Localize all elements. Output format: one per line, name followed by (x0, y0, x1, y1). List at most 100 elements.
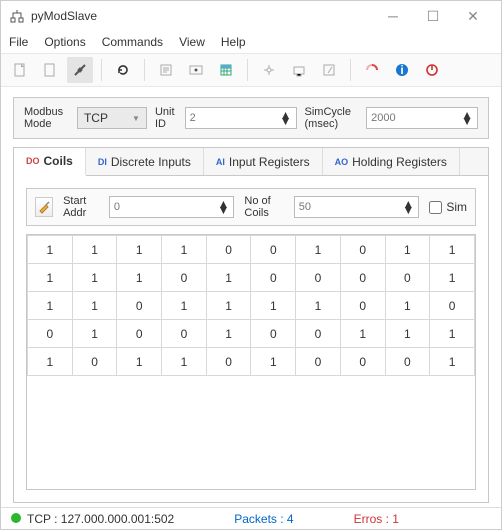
grid-cell[interactable]: 0 (251, 264, 296, 292)
startaddr-input[interactable]: ▲▼ (109, 196, 235, 218)
grid-cell[interactable]: 1 (385, 320, 430, 348)
unitid-label: Unit ID (155, 106, 177, 130)
grid-cell[interactable]: 1 (72, 320, 117, 348)
grid-cell[interactable]: 0 (162, 320, 207, 348)
grid-cell[interactable]: 0 (340, 348, 385, 376)
grid-cell[interactable]: 1 (430, 236, 475, 264)
grid-cell[interactable]: 1 (28, 348, 73, 376)
loading-icon[interactable] (359, 57, 385, 83)
grid-cell[interactable]: 1 (251, 348, 296, 376)
grid-cell[interactable]: 0 (340, 292, 385, 320)
settings2-icon[interactable] (286, 57, 312, 83)
grid-cell[interactable]: 1 (385, 292, 430, 320)
grid-cell[interactable]: 0 (117, 292, 162, 320)
count-input[interactable]: ▲▼ (294, 196, 420, 218)
new-icon[interactable] (7, 57, 33, 83)
toolbar: i (1, 53, 501, 87)
maximize-button[interactable]: ☐ (413, 2, 453, 30)
clear-icon[interactable] (35, 197, 53, 217)
app-title: pyModSlave (31, 9, 97, 23)
grid-cell[interactable]: 1 (117, 348, 162, 376)
app-icon (9, 8, 25, 24)
settings1-icon[interactable] (256, 57, 282, 83)
grid-cell[interactable]: 0 (28, 320, 73, 348)
grid-cell[interactable]: 0 (430, 292, 475, 320)
count-label: No of Coils (244, 195, 283, 219)
grid-cell[interactable]: 1 (162, 236, 207, 264)
tab-holding-registers[interactable]: AOHolding Registers (323, 148, 460, 175)
settings3-icon[interactable] (316, 57, 342, 83)
grid-cell[interactable]: 0 (206, 348, 251, 376)
grid-cell[interactable]: 1 (117, 236, 162, 264)
open-icon[interactable] (37, 57, 63, 83)
grid-cell[interactable]: 0 (385, 348, 430, 376)
coil-controls: Start Addr ▲▼ No of Coils ▲▼ Sim (26, 188, 476, 226)
menu-help[interactable]: Help (221, 35, 246, 49)
register-tabs: DOCoils DIDiscrete Inputs AIInput Regist… (13, 147, 489, 503)
grid-cell[interactable]: 0 (340, 264, 385, 292)
simcycle-input[interactable]: ▲▼ (366, 107, 478, 129)
grid-cell[interactable]: 0 (162, 264, 207, 292)
minimize-button[interactable]: ─ (373, 2, 413, 30)
mode-select[interactable]: TCP▼ (77, 107, 147, 129)
status-connection: TCP : 127.000.000.001:502 (11, 512, 174, 526)
coil-grid[interactable]: 1111001011111010000111011110100100100111… (26, 234, 476, 490)
grid-cell[interactable]: 1 (162, 292, 207, 320)
grid-cell[interactable]: 1 (28, 236, 73, 264)
grid-cell[interactable]: 1 (296, 292, 341, 320)
tab-input-registers[interactable]: AIInput Registers (204, 148, 323, 175)
grid-cell[interactable]: 0 (296, 264, 341, 292)
grid-cell[interactable]: 0 (296, 348, 341, 376)
tab-coils[interactable]: DOCoils (14, 148, 86, 176)
menu-commands[interactable]: Commands (102, 35, 163, 49)
tab-discrete-inputs[interactable]: DIDiscrete Inputs (86, 148, 204, 175)
grid-cell[interactable]: 0 (340, 236, 385, 264)
grid-cell[interactable]: 1 (340, 320, 385, 348)
power-icon[interactable] (419, 57, 445, 83)
grid-cell[interactable]: 0 (251, 320, 296, 348)
grid-cell[interactable]: 1 (430, 264, 475, 292)
info-icon[interactable]: i (389, 57, 415, 83)
grid-cell[interactable]: 1 (430, 320, 475, 348)
grid-cell[interactable]: 1 (385, 236, 430, 264)
grid-cell[interactable]: 1 (206, 264, 251, 292)
grid-cell[interactable]: 1 (72, 264, 117, 292)
grid-cell[interactable]: 1 (206, 292, 251, 320)
simcycle-label: SimCycle (msec) (305, 106, 359, 130)
connect-icon[interactable] (67, 57, 93, 83)
menu-options[interactable]: Options (44, 35, 85, 49)
unitid-input[interactable]: ▲▼ (185, 107, 297, 129)
statusbar: TCP : 127.000.000.001:502 Packets : 4 Er… (1, 507, 501, 529)
grid-cell[interactable]: 1 (296, 236, 341, 264)
monitor-icon[interactable] (183, 57, 209, 83)
grid-cell[interactable]: 0 (206, 236, 251, 264)
grid-cell[interactable]: 0 (385, 264, 430, 292)
grid-cell[interactable]: 1 (162, 348, 207, 376)
close-button[interactable]: ✕ (453, 2, 493, 30)
grid-cell[interactable]: 1 (72, 292, 117, 320)
doc-icon[interactable] (153, 57, 179, 83)
grid-cell[interactable]: 0 (296, 320, 341, 348)
grid-cell[interactable]: 0 (72, 348, 117, 376)
status-dot-icon (11, 513, 21, 523)
grid-cell[interactable]: 1 (28, 264, 73, 292)
grid-cell[interactable]: 1 (117, 264, 162, 292)
connection-panel: Modbus Mode TCP▼ Unit ID ▲▼ SimCycle (ms… (13, 97, 489, 139)
grid-cell[interactable]: 1 (72, 236, 117, 264)
refresh-icon[interactable] (110, 57, 136, 83)
grid-cell[interactable]: 0 (117, 320, 162, 348)
status-errors: Erros : 1 (354, 512, 399, 526)
sim-checkbox[interactable]: Sim (429, 200, 467, 214)
grid-cell[interactable]: 0 (251, 236, 296, 264)
grid-cell[interactable]: 1 (28, 292, 73, 320)
svg-text:i: i (400, 63, 403, 77)
menu-view[interactable]: View (179, 35, 205, 49)
menu-file[interactable]: File (9, 35, 28, 49)
titlebar: pyModSlave ─ ☐ ✕ (1, 1, 501, 31)
grid-icon[interactable] (213, 57, 239, 83)
grid-cell[interactable]: 1 (206, 320, 251, 348)
menubar: File Options Commands View Help (1, 31, 501, 53)
grid-cell[interactable]: 1 (251, 292, 296, 320)
grid-cell[interactable]: 1 (430, 348, 475, 376)
startaddr-label: Start Addr (63, 195, 99, 219)
